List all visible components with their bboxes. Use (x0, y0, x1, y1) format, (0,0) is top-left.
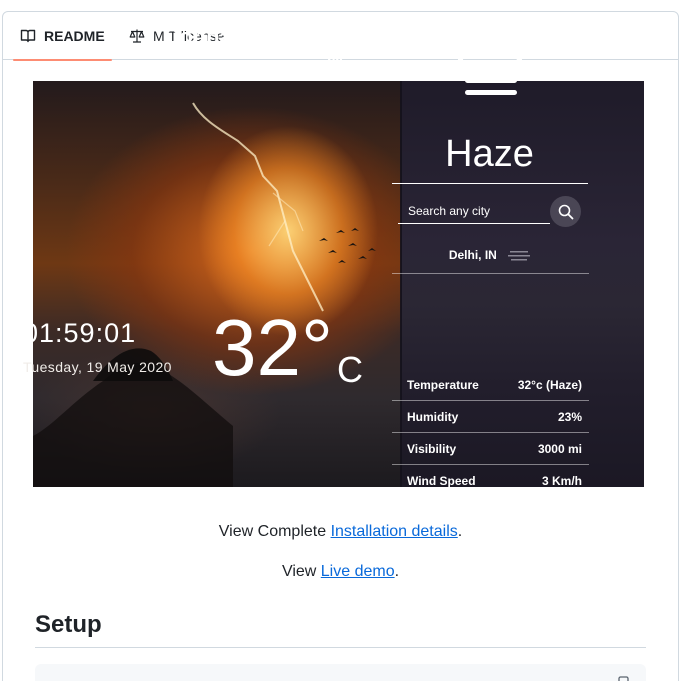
stat-temperature: Temperature 32°c (Haze) (407, 378, 582, 392)
installation-paragraph: View Complete Installation details. (0, 523, 681, 541)
current-date: Tuesday, 19 May 2020 (23, 359, 172, 375)
stat-label: Temperature (407, 378, 479, 392)
city-name: Connaught Place (163, 24, 343, 49)
stat-humidity: Humidity 23% (407, 410, 582, 424)
demo-prefix: View (281, 563, 321, 580)
stats-divider (392, 432, 589, 433)
haze-icon (458, 30, 523, 95)
weather-condition: Haze (445, 133, 534, 175)
stat-value: 23% (557, 410, 582, 424)
setup-heading: Setup (35, 611, 102, 638)
storm-background (33, 81, 401, 487)
stat-wind-speed: Wind Speed 3 Km/h (407, 474, 582, 488)
stat-label: Wind Speed (407, 474, 476, 488)
stats-divider (392, 464, 589, 465)
temperature-unit: C (337, 349, 363, 390)
tab-readme-label: README (44, 28, 105, 44)
stats-divider (392, 400, 589, 401)
stat-label: Visibility (407, 442, 457, 456)
install-prefix: View Complete (218, 523, 331, 540)
stats-divider (392, 273, 589, 274)
scale-icon (129, 29, 145, 43)
search-icon (558, 204, 573, 219)
country-code: IN (327, 52, 343, 69)
demo-suffix: . (394, 563, 400, 580)
live-demo-link[interactable]: Live demo (321, 563, 395, 580)
haze-small-icon (508, 250, 531, 261)
current-time: 01:59:01 (23, 318, 137, 348)
copy-icon[interactable] (618, 676, 632, 681)
stat-value: 3000 mi (537, 442, 582, 456)
search-button[interactable] (550, 196, 581, 227)
heading-divider (35, 647, 646, 648)
tab-readme[interactable]: README (13, 12, 112, 61)
lightning-graphic (33, 102, 376, 487)
stat-value: 32°c (Haze) (517, 378, 582, 392)
stat-label: Humidity (407, 410, 459, 424)
temperature-display: 32° (212, 303, 333, 392)
demo-paragraph: View Live demo. (0, 563, 681, 581)
location-row: Delhi, IN (368, 248, 611, 263)
install-suffix: . (457, 523, 463, 540)
stat-visibility: Visibility 3000 mi (407, 442, 582, 456)
city-search-input[interactable] (398, 198, 550, 224)
location-label: Delhi, IN (448, 248, 497, 262)
installation-details-link[interactable]: Installation details (331, 523, 458, 540)
condition-divider (392, 183, 588, 184)
stat-value: 3 Km/h (541, 474, 582, 488)
code-block (35, 664, 646, 681)
book-icon (20, 29, 36, 43)
